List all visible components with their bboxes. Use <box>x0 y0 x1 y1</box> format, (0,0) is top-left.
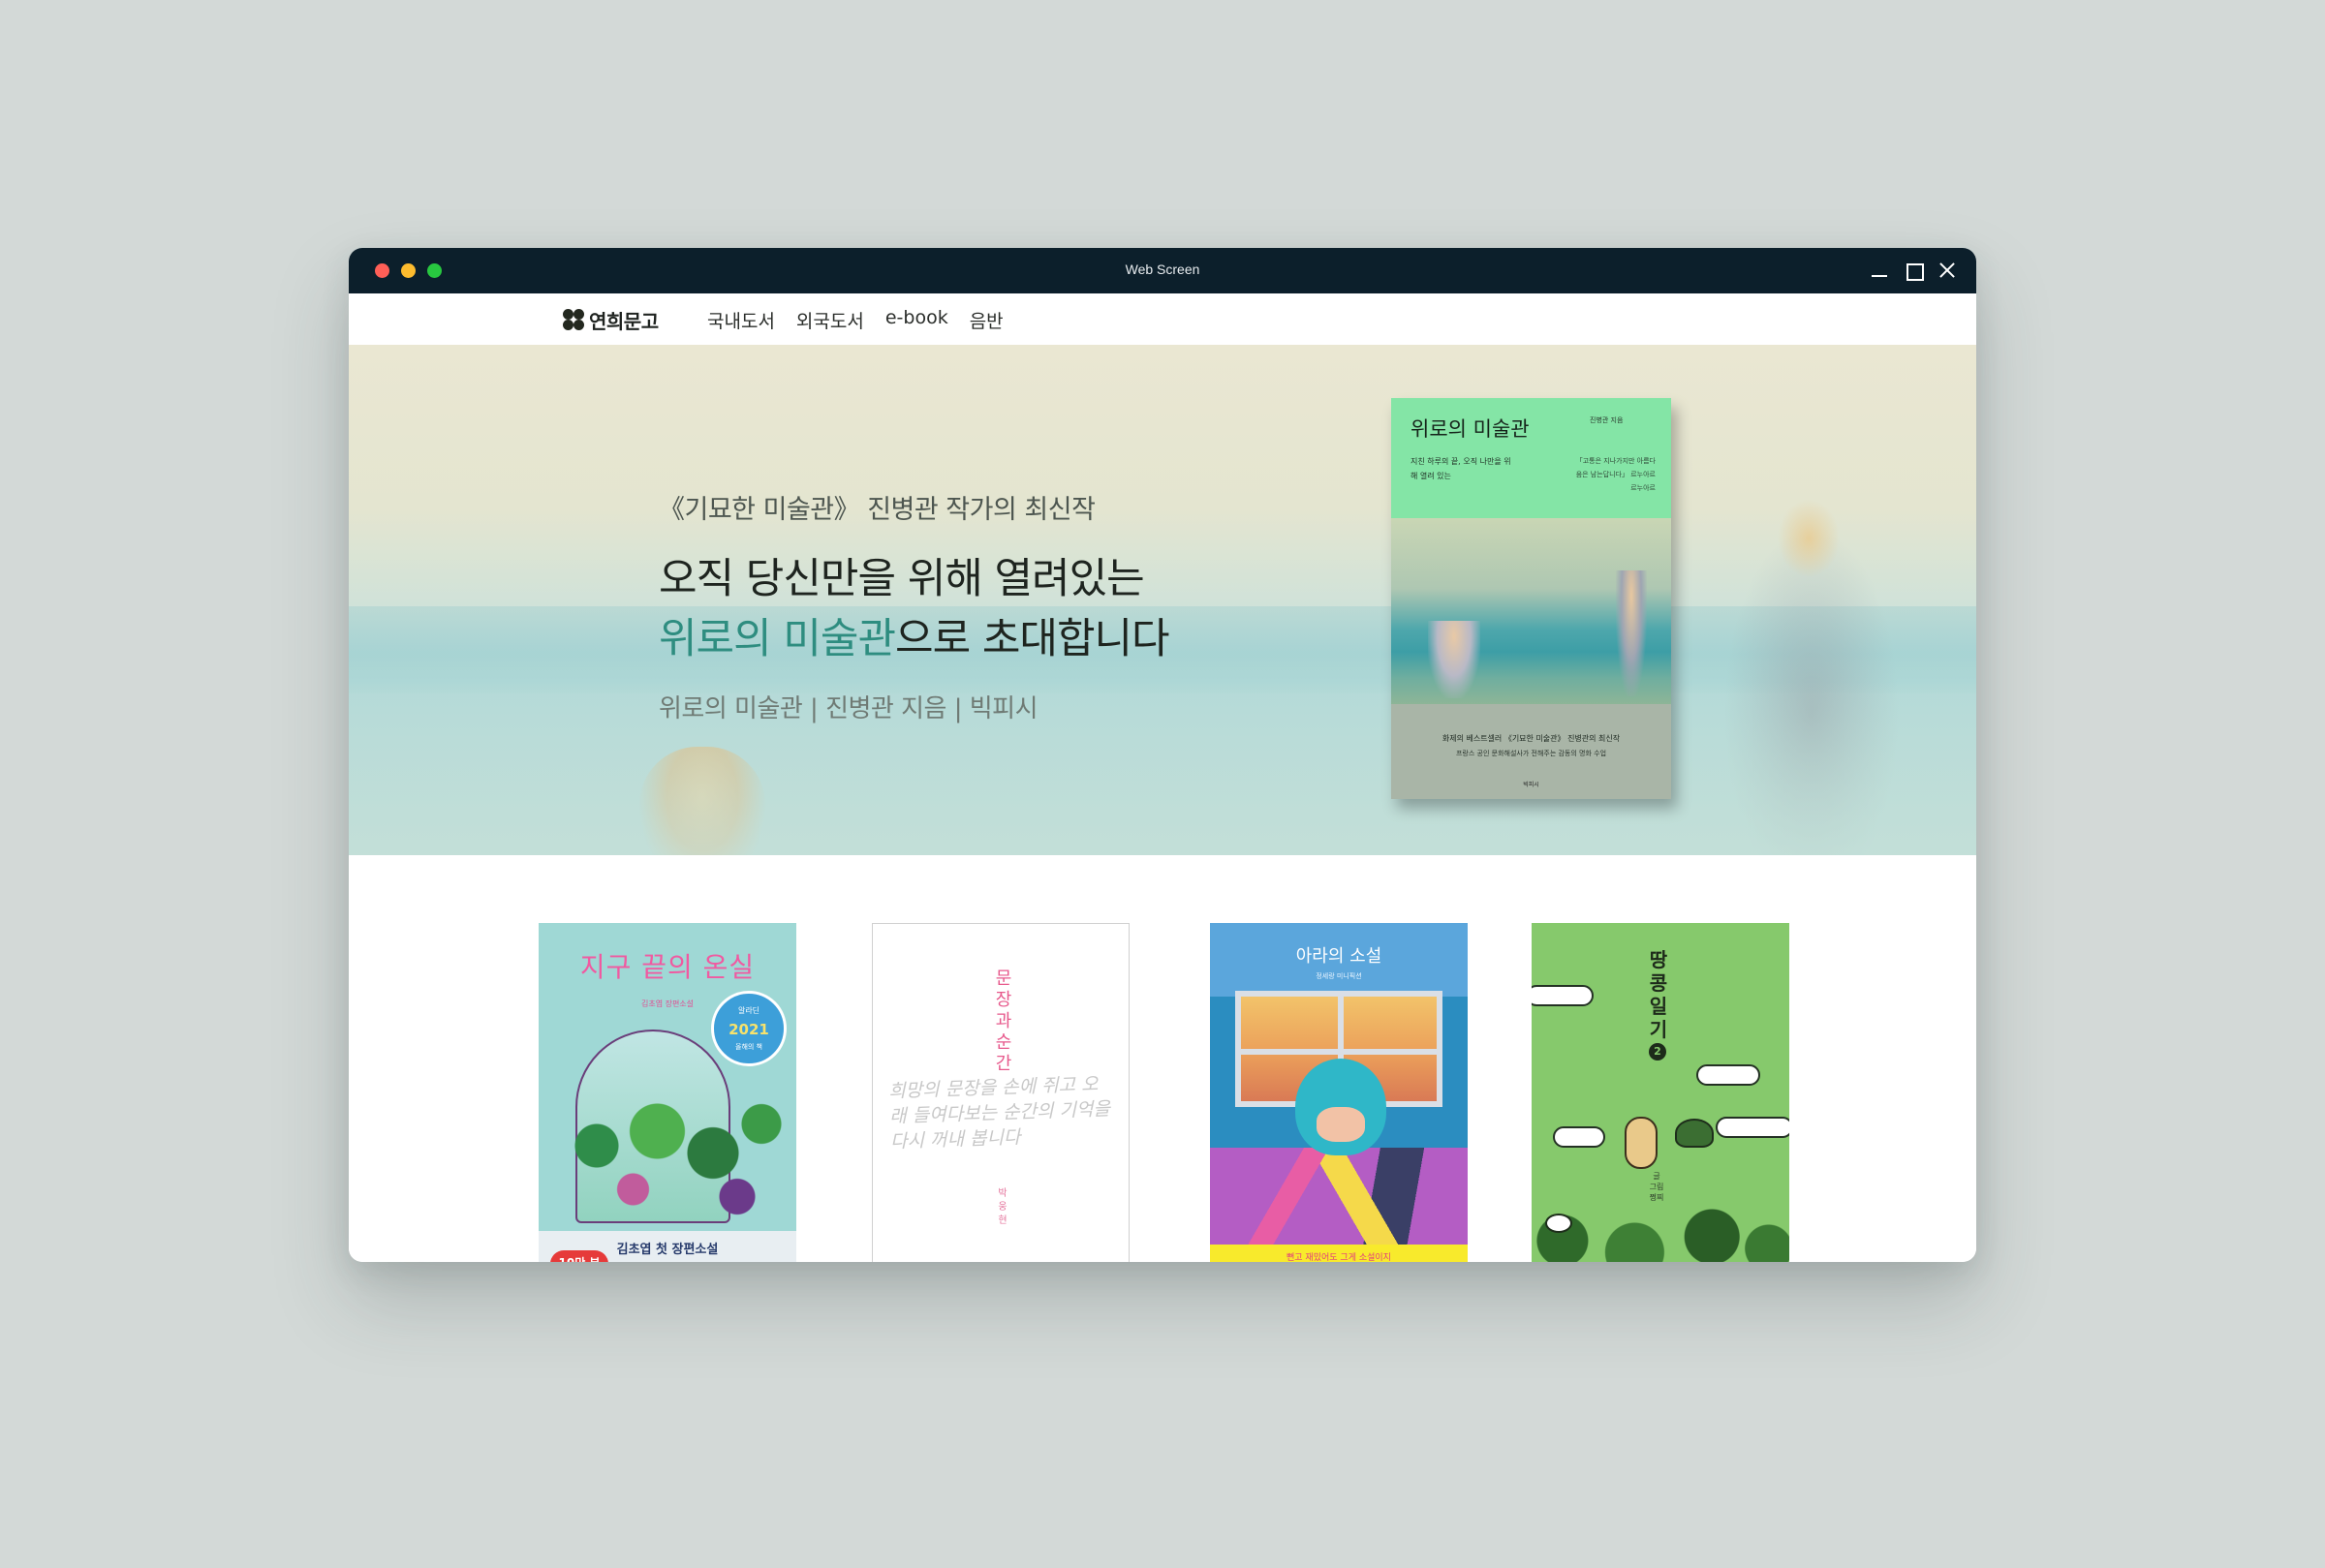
main-nav: 국내도서 외국도서 e-book 음반 <box>707 307 1004 333</box>
hero-book-cover-tagline: 화제의 베스트셀러 《기묘한 미술관》 진병관의 최신작 <box>1442 734 1621 743</box>
book-band-text: 뻔고 재밌어도 그게 소설이지 <box>1286 1253 1391 1262</box>
handwriting-text: 희망의 문장을 손에 쥐고 오래 들여다보는 순간의 기억을 다시 꺼내 봅니다 <box>887 1073 1111 1153</box>
peanut-character-illustration <box>1625 1117 1658 1169</box>
hero-book-cover-tagline2: 프랑스 공인 문화해설사가 전해주는 감동의 명화 수업 <box>1455 750 1607 757</box>
close-icon[interactable] <box>1937 260 1958 281</box>
sales-sticker: 10만 부 <box>550 1250 608 1262</box>
hero-book-cover-figure-standing <box>1616 570 1647 696</box>
nav-foreign-books[interactable]: 외국도서 <box>796 307 864 333</box>
badge-year: 2021 <box>728 1021 769 1038</box>
hero-book-cover-author: 진병관 지음 <box>1590 416 1624 424</box>
book-list-section: 지구 끝의 온실 김초엽 장편소설 알라딘 2021 올해의 책 김초엽 첫 장… <box>349 855 1976 1262</box>
green-creature-illustration <box>1675 1119 1714 1148</box>
book-card-peanut-diary[interactable]: 땅콩일기 2 글 그림 쩡찌 <box>1532 923 1789 1262</box>
award-badge: 알라딘 2021 올해의 책 <box>711 991 787 1066</box>
badge-label: 알라딘 <box>737 1006 760 1015</box>
plants-illustration <box>548 1088 790 1233</box>
nav-domestic-books[interactable]: 국내도서 <box>707 307 775 333</box>
hero-book-cover-figure-seated <box>1428 621 1480 698</box>
nav-ebook[interactable]: e-book <box>885 307 948 333</box>
hero-book-cover[interactable]: 위로의 미술관 진병관 지음 지친 하루의 끝, 오직 나만을 위해 열려 있는… <box>1391 398 1671 799</box>
character-face-illustration <box>1317 1107 1365 1142</box>
browser-window: Web Screen 연희문고 국내도서 외국도서 e-book 음반 《기묘한… <box>349 248 1976 1262</box>
hero-headline-rest: 으로 초대합니다 <box>895 615 1170 663</box>
window-title: Web Screen <box>1125 261 1200 277</box>
book-cover-header: 아라의 소설 정세랑 미니픽션 <box>1210 923 1468 997</box>
hero-book-cover-quote: 「고통은 지나가지만 아름다움은 남는답니다」 르누아르 르누아르 <box>1575 457 1656 492</box>
cloud-icon <box>1696 1064 1760 1086</box>
hero-headline-line1: 오직 당신만을 위해 열려있는 <box>659 555 1145 603</box>
hero-headline-accent: 위로의 미술관 <box>659 615 896 663</box>
book-card-ara[interactable]: 아라의 소설 정세랑 미니픽션 뻔고 재밌어도 그게 소설이지 <box>1210 923 1468 1262</box>
hero-copy: 《기묘한 미술관》 진병관 작가의 최신작 오직 당신만을 위해 열려있는 위로… <box>659 488 1170 724</box>
bird-illustration <box>1545 1214 1572 1233</box>
book-band: 뻔고 재밌어도 그게 소설이지 <box>1210 1245 1468 1262</box>
minimize-icon[interactable] <box>1869 260 1890 281</box>
clover-logo-icon <box>562 308 585 331</box>
book-title: 문장과 순간 <box>995 968 1012 1074</box>
hero-book-cover-bottom: 화제의 베스트셀러 《기묘한 미술관》 진병관의 최신작 프랑스 공인 문화해설… <box>1391 704 1671 799</box>
book-author-line: 정세랑 미니픽션 <box>1316 972 1362 980</box>
hero-banner[interactable]: 《기묘한 미술관》 진병관 작가의 최신작 오직 당신만을 위해 열려있는 위로… <box>349 345 1976 855</box>
cloud-icon <box>1553 1126 1605 1148</box>
cloud-icon <box>1716 1117 1789 1138</box>
site-navbar: 연희문고 국내도서 외국도서 e-book 음반 <box>349 293 1976 345</box>
hero-book-cover-title: 위로의 미술관 <box>1410 417 1530 441</box>
hero-book-cover-top: 위로의 미술관 진병관 지음 지친 하루의 끝, 오직 나만을 위해 열려 있는… <box>1391 398 1671 518</box>
hero-headline: 오직 당신만을 위해 열려있는 위로의 미술관으로 초대합니다 <box>659 549 1170 669</box>
maximize-icon[interactable] <box>1903 260 1924 281</box>
badge-caption: 올해의 책 <box>735 1043 762 1051</box>
book-card-greenhouse[interactable]: 지구 끝의 온실 김초엽 장편소설 알라딘 2021 올해의 책 김초엽 첫 장… <box>539 923 796 1262</box>
window-titlebar: Web Screen <box>349 248 1976 293</box>
site-logo[interactable]: 연희문고 <box>562 306 659 333</box>
hero-book-cover-subtitle: 지친 하루의 끝, 오직 나만을 위해 열려 있는 <box>1410 457 1511 480</box>
book-card-sentences[interactable]: 문장과 순간 희망의 문장을 손에 쥐고 오래 들여다보는 순간의 기억을 다시… <box>872 923 1130 1262</box>
volume-badge: 2 <box>1649 1043 1666 1061</box>
hero-headline-line2: 위로의 미술관으로 초대합니다 <box>659 609 1170 669</box>
nav-music[interactable]: 음반 <box>970 307 1004 333</box>
book-title: 땅콩일기 <box>1649 948 1668 1041</box>
logo-text: 연희문고 <box>589 309 659 333</box>
book-title: 지구 끝의 온실 <box>579 951 756 983</box>
book-title: 아라의 소설 <box>1295 946 1382 967</box>
hero-kicker: 《기묘한 미술관》 진병관 작가의 최신작 <box>659 495 1096 525</box>
book-author: 박웅현 <box>998 1188 1008 1226</box>
hero-book-meta: 위로의 미술관 | 진병관 지음 | 빅피시 <box>659 694 1038 723</box>
desk-illustration <box>1210 1148 1468 1245</box>
cloud-icon <box>1532 985 1594 1006</box>
hero-book-cover-publisher: 빅피시 <box>1523 782 1539 788</box>
